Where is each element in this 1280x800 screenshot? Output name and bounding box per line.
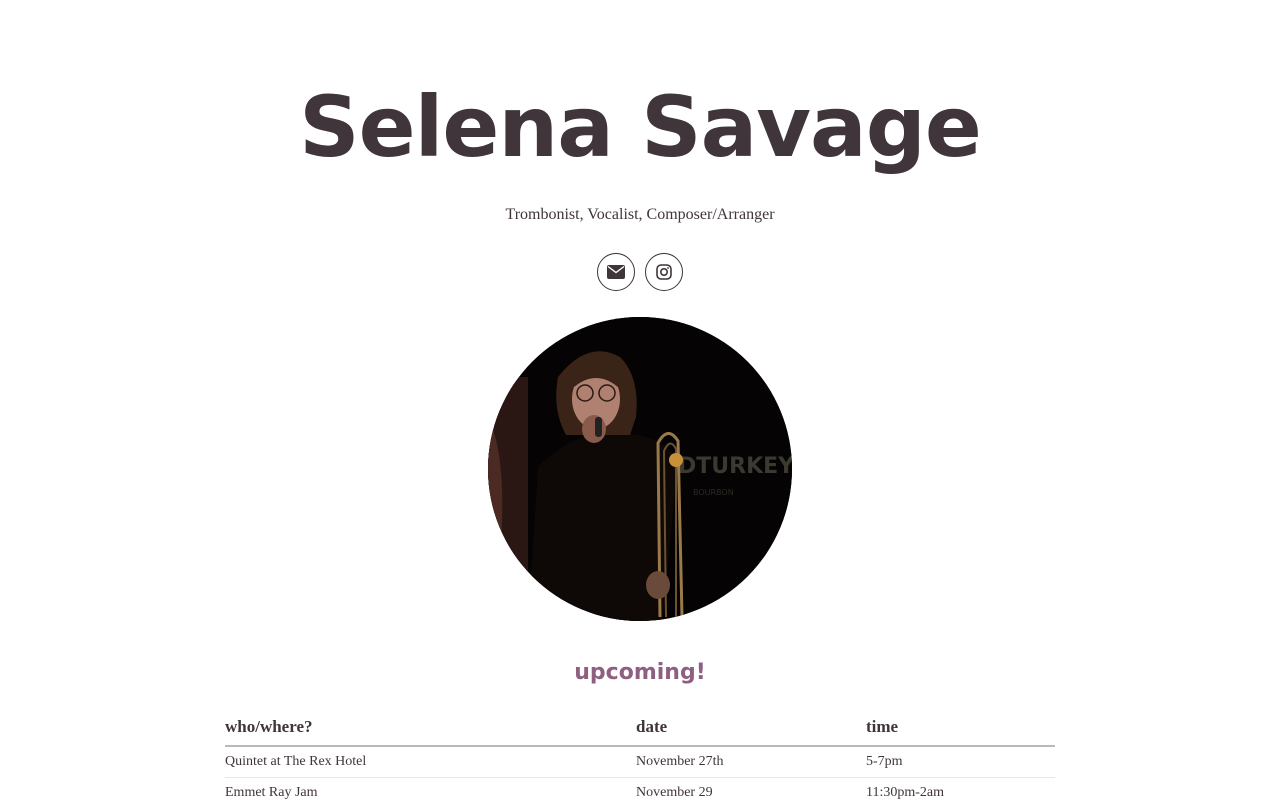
instagram-icon xyxy=(656,264,672,280)
upcoming-table: who/where? date time Quintet at The Rex … xyxy=(225,708,1055,800)
email-button[interactable] xyxy=(597,253,635,291)
gig-date: November 27th xyxy=(636,746,866,778)
instagram-button[interactable] xyxy=(645,253,683,291)
table-header-row: who/where? date time xyxy=(225,708,1055,747)
profile-photo: DTURKEY BOURBON xyxy=(488,317,792,621)
envelope-icon xyxy=(607,265,625,279)
table-row: Quintet at The Rex Hotel November 27th 5… xyxy=(225,746,1055,778)
gig-who: Quintet at The Rex Hotel xyxy=(225,746,636,778)
tagline: Trombonist, Vocalist, Composer/Arranger xyxy=(505,206,775,223)
column-header-who: who/where? xyxy=(225,708,636,747)
svg-text:BOURBON: BOURBON xyxy=(693,488,734,497)
upcoming-heading: upcoming! xyxy=(574,660,706,685)
gig-who: Emmet Ray Jam xyxy=(225,777,636,800)
svg-text:DTURKEY: DTURKEY xyxy=(678,454,792,479)
site-title: Selena Savage xyxy=(299,78,982,176)
page: Selena Savage Trombonist, Vocalist, Comp… xyxy=(0,0,1280,800)
gig-time: 5-7pm xyxy=(866,746,1055,778)
social-links xyxy=(597,253,683,291)
gig-date: November 29 xyxy=(636,777,866,800)
gig-time: 11:30pm-2am xyxy=(866,777,1055,800)
table-row: Emmet Ray Jam November 29 11:30pm-2am xyxy=(225,777,1055,800)
column-header-date: date xyxy=(636,708,866,747)
column-header-time: time xyxy=(866,708,1055,747)
